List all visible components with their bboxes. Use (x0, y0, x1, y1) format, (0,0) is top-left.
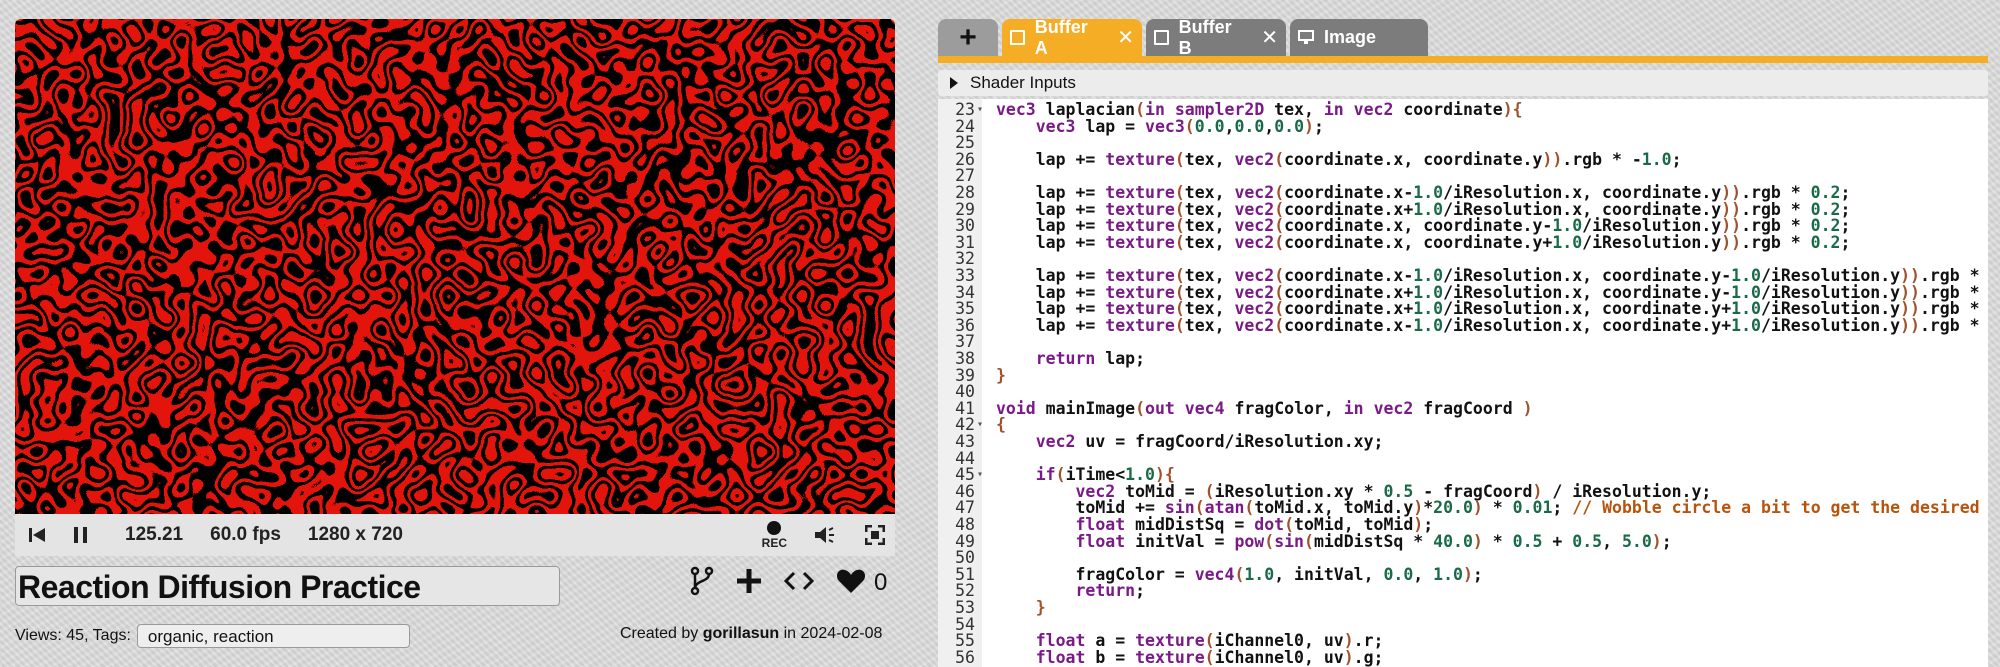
line-number: 56 (955, 647, 975, 667)
code-text: } (996, 365, 1006, 385)
record-icon (767, 521, 782, 535)
fork-button[interactable] (690, 566, 714, 601)
tags-field[interactable]: organic, reaction (136, 624, 410, 648)
fold-arrow-icon[interactable]: ▾ (977, 102, 985, 119)
code-text: void mainImage(out vec4 fragColor, in ve… (996, 398, 1533, 418)
author-link[interactable]: gorillasun (703, 625, 779, 642)
fullscreen-icon (865, 525, 885, 545)
code-brackets-icon (783, 571, 815, 590)
tab-buffer-a[interactable]: Buffer A ✕ (1002, 17, 1142, 58)
code-text: return lap; (1035, 349, 1146, 368)
editor-tabs: + Buffer A ✕ Buffer B ✕ Image (938, 17, 1428, 58)
record-button[interactable]: REC (762, 521, 787, 549)
code-text: vec3 lap = vec3(0.0,0.0,0.0); (1035, 116, 1324, 136)
fold-arrow-icon[interactable]: ▾ (977, 467, 985, 484)
skip-back-icon (29, 528, 45, 542)
plus-icon: + (959, 20, 977, 54)
code-text: float b = texture(iChannel0, uv).g; (1035, 647, 1384, 667)
fork-icon (690, 566, 714, 595)
rewind-button[interactable] (15, 514, 59, 556)
code-text: lap += texture(tex, vec2(coordinate.x, c… (996, 149, 1682, 169)
add-button[interactable] (736, 568, 762, 599)
shader-actions: 0 (690, 566, 887, 600)
code-text: vec2 uv = fragCoord/iResolution.xy; (1035, 432, 1384, 451)
pause-icon (74, 527, 87, 543)
fullscreen-button[interactable] (865, 525, 885, 545)
resolution-display: 1280 x 720 (307, 524, 403, 545)
close-icon[interactable]: ✕ (1117, 25, 1134, 50)
speaker-muted-icon (815, 527, 834, 543)
like-button[interactable] (836, 568, 866, 599)
time-display: 125.21 (125, 524, 184, 545)
created-by: Created by gorillasun in 2024-02-08 (620, 625, 883, 642)
add-tab-button[interactable]: + (938, 19, 998, 56)
code-text: lap += texture(tex, vec2(coordinate.x, c… (996, 232, 1851, 252)
shader-preview-canvas[interactable] (15, 19, 895, 514)
fps-display: 60.0 fps (210, 524, 281, 545)
buffer-icon (1154, 30, 1169, 45)
buffer-icon (1010, 30, 1025, 45)
shader-title[interactable]: Reaction Diffusion Practice (15, 566, 560, 606)
tab-buffer-b[interactable]: Buffer B ✕ (1146, 17, 1286, 58)
code-editor[interactable]: 23 ▾ vec3 laplacian(in sampler2D tex, in v… (938, 99, 1988, 667)
plus-icon (737, 568, 761, 593)
expand-triangle-icon (950, 77, 958, 89)
shader-meta: Views: 45, Tags: organic, reaction (15, 624, 410, 648)
fold-arrow-icon[interactable]: ▾ (977, 417, 985, 434)
pause-button[interactable] (59, 514, 103, 556)
shader-inputs-toggle[interactable]: Shader Inputs (938, 70, 1988, 96)
code-text: lap += texture(tex, vec2(coordinate.x-1.… (996, 315, 1980, 335)
heart-icon (836, 569, 866, 593)
tab-image[interactable]: Image (1290, 19, 1428, 56)
close-icon[interactable]: ✕ (1261, 25, 1278, 50)
player-controls: 125.21 60.0 fps 1280 x 720 REC (15, 514, 895, 556)
reaction-diffusion-pattern (15, 19, 895, 514)
volume-button[interactable] (813, 524, 839, 546)
code-text: } (1035, 598, 1046, 617)
active-tab-underline (938, 56, 1988, 63)
views-tags-label: Views: 45, Tags: (15, 627, 131, 644)
code-text: float initVal = pow(sin(midDistSq * 40.0… (1075, 531, 1672, 551)
like-count: 0 (874, 569, 888, 596)
monitor-icon (1298, 30, 1314, 44)
embed-code-button[interactable] (783, 570, 815, 597)
